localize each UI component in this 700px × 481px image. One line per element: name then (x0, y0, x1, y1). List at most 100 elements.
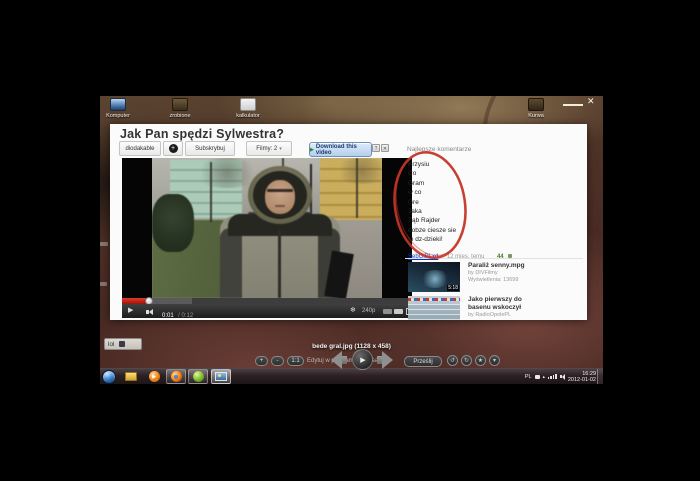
video-scene (152, 158, 382, 298)
rotate-left-button[interactable]: ↺ (447, 355, 458, 366)
wide-player-button[interactable] (394, 309, 403, 314)
comment-line: Co (408, 169, 518, 178)
suggestion-author: by DIVFilmy (468, 270, 584, 277)
suggestion-thumbnail[interactable] (408, 296, 460, 320)
channel-name-button[interactable]: diodakable (119, 141, 161, 156)
folder-icon (125, 372, 137, 381)
suggestion-item[interactable]: Paraliż senny.mpg by DIVFilmy Wyświetlen… (468, 262, 584, 284)
desktop-icon-komputer[interactable]: Komputer (101, 98, 135, 119)
zoom-in-button[interactable]: + (255, 356, 268, 366)
comment-line: to dz-dzieki! (408, 235, 518, 244)
document-icon (240, 98, 256, 111)
suggestion-views: Wyświetlenia: 13699 (468, 277, 584, 284)
download-label: Download this video (316, 144, 371, 156)
video-player[interactable]: ▶ 0:01 / 0:12 ❄ 240p (122, 158, 412, 318)
video-title: Jak Pan spędzi Sylwestra? (120, 127, 284, 141)
clock[interactable]: 16:29 2012-01-02 (568, 371, 596, 383)
desktop-icon-zrobione[interactable]: zrobione (163, 98, 197, 119)
suggestion-item[interactable]: Jako pierwszy do basenu wskoczył by Radi… (468, 296, 540, 319)
player-controls: ▶ 0:01 / 0:12 ❄ 240p (122, 304, 412, 318)
rotate-right-button[interactable]: ↻ (461, 355, 472, 366)
suggestion-title[interactable]: Paraliż senny.mpg (468, 262, 584, 270)
system-tray: PL ▴ 16:29 2012-01-02 (525, 369, 596, 384)
play-icon: ▶ (360, 356, 365, 364)
comment-author-link[interactable]: SebOlPLxd (408, 254, 438, 260)
show-desktop-button[interactable] (597, 369, 603, 384)
subscribe-button[interactable]: Subskrybuj (185, 141, 235, 156)
comment-votes: 44 (497, 254, 504, 260)
small-player-button[interactable] (383, 309, 392, 314)
comments-divider (405, 258, 583, 259)
taskbar-firefox-icon[interactable] (166, 369, 186, 384)
comment-line: Tąb Rajder (408, 216, 518, 225)
settings-icon[interactable]: ❄ (350, 304, 356, 318)
star-button[interactable]: ★ (475, 355, 486, 366)
download-video-button[interactable]: ▶ Download this video (309, 142, 372, 157)
play-button[interactable]: ▶ (128, 304, 133, 318)
upload-button[interactable]: Prześlij (404, 356, 442, 367)
comment-line: w co (408, 188, 518, 197)
download-close-button[interactable]: ✕ (381, 144, 389, 152)
photo-caption: bede gral.jpg (1128 x 458) (100, 343, 603, 350)
comment-line: Jaka (408, 207, 518, 216)
comment-line: Gre (408, 198, 518, 207)
duration-badge: 5:18 (447, 285, 459, 291)
minimize-button[interactable] (563, 104, 583, 106)
comment-line: Krzysiu (408, 160, 518, 169)
start-button[interactable] (102, 370, 116, 384)
zoom-out-button[interactable]: - (271, 356, 284, 366)
comment-meta: SebOlPLxd 12 mies. temu 44 (408, 245, 578, 263)
viewed-photo: Jak Pan spędzi Sylwestra? diodakable + S… (110, 124, 587, 320)
more-options-button[interactable]: ▾ (489, 355, 500, 366)
play-icon: ▶ (310, 147, 314, 153)
slideshow-play-button[interactable]: ▶ (352, 349, 373, 370)
desktop-icon-label: kalkulator (231, 113, 265, 119)
media-player-icon: ▶ (149, 371, 160, 382)
folder-icon (528, 98, 544, 111)
desktop-icon-kurwa[interactable]: Kurwa (519, 98, 553, 119)
suggestion-thumbnail[interactable]: 5:18 (408, 262, 460, 292)
quality-badge[interactable]: 240p (362, 304, 375, 318)
taskbar-explorer-icon[interactable] (121, 369, 141, 384)
letterbox-left (122, 158, 152, 298)
screenshot-stage: Komputer zrobione kalkulator Kurwa ✕ Jak… (0, 0, 700, 481)
comment-line: Gram (408, 179, 518, 188)
suggestion-title[interactable]: Jako pierwszy do basenu wskoczył (468, 296, 540, 312)
volume-icon[interactable] (146, 309, 153, 315)
taskbar: ▶ PL ▴ (100, 368, 603, 384)
close-icon[interactable]: ✕ (587, 97, 595, 106)
tray-expand-icon[interactable]: ▴ (543, 374, 545, 380)
taskbar-picasa-icon[interactable] (188, 369, 208, 384)
desktop-icon-partial (100, 242, 108, 246)
films-dropdown[interactable]: Filmy: 2 ▾ (246, 141, 292, 156)
time-display: 0:01 / 0:12 (162, 304, 193, 320)
firefox-icon (171, 371, 182, 382)
add-icon: + (169, 144, 178, 153)
next-photo-button[interactable] (377, 351, 393, 369)
picasa-icon (193, 371, 204, 382)
actual-size-button[interactable]: 1:1 (287, 356, 304, 366)
taskbar-photo-viewer-icon[interactable] (211, 369, 231, 384)
action-center-icon[interactable] (535, 375, 540, 379)
tray-date: 2012-01-02 (568, 377, 596, 383)
arrow-left-icon (331, 351, 342, 369)
download-help-button[interactable]: ? (372, 144, 380, 152)
desktop-icon-label: zrobione (163, 113, 197, 119)
chevron-down-icon: ▾ (279, 146, 282, 152)
desktop-icon-label: Komputer (101, 113, 135, 119)
suggestion-author: by RadioOpolePL (468, 312, 540, 319)
arrow-right-icon (382, 351, 393, 369)
time-current: 0:01 (162, 313, 174, 319)
network-icon[interactable] (548, 374, 557, 379)
top-comment: Krzysiu Co Gram w co Gre Jaka Tąb Rajder… (408, 160, 518, 245)
desktop-icon-partial (100, 282, 107, 286)
comment-line: dobze ciesze sie (408, 226, 518, 235)
language-indicator[interactable]: PL (525, 374, 532, 380)
video-frame (152, 158, 382, 298)
speaker-icon[interactable] (560, 374, 565, 380)
previous-photo-button[interactable] (331, 351, 347, 369)
subscribe-add-button[interactable]: + (163, 141, 183, 156)
taskbar-media-player-icon[interactable]: ▶ (144, 369, 164, 384)
desktop-icon-kalkulator[interactable]: kalkulator (231, 98, 265, 119)
desktop: Komputer zrobione kalkulator Kurwa ✕ Jak… (100, 96, 603, 384)
